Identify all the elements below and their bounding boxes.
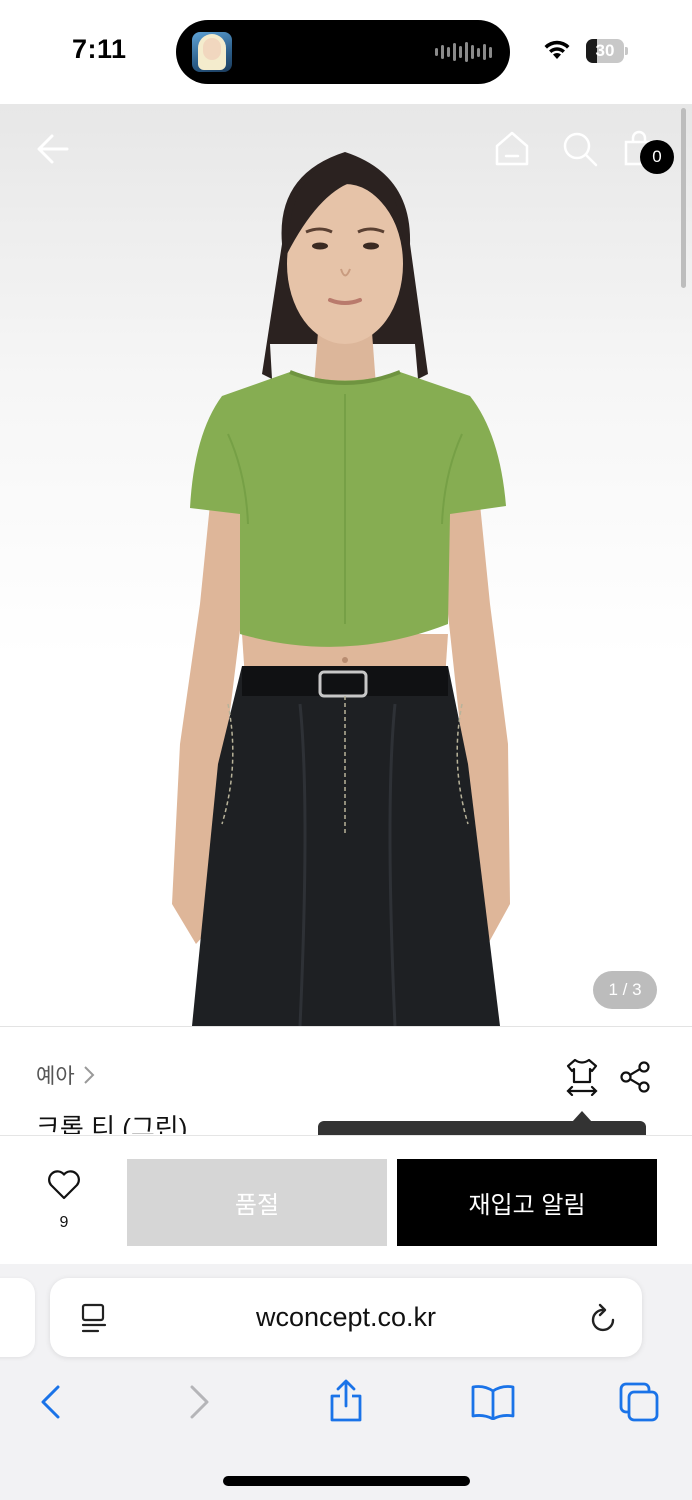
chevron-right-icon: [83, 1066, 95, 1084]
reload-icon[interactable]: [589, 1302, 619, 1334]
tabs-icon[interactable]: [618, 1381, 660, 1423]
product-image-gallery[interactable]: [0, 104, 692, 1026]
scrollbar-thumb[interactable]: [681, 108, 686, 288]
product-photo: [172, 152, 510, 1026]
forward-icon: [190, 1385, 209, 1419]
image-counter: 1 / 3: [593, 971, 657, 1009]
brand-link[interactable]: 예아: [36, 1060, 95, 1090]
soldout-button[interactable]: 품절: [127, 1159, 387, 1246]
like-button[interactable]: 9: [38, 1170, 90, 1234]
battery-indicator: 30: [586, 39, 628, 63]
page-menu-icon[interactable]: [80, 1303, 108, 1333]
cart-count-badge[interactable]: 0: [640, 140, 674, 174]
search-icon[interactable]: [562, 131, 598, 167]
home-indicator[interactable]: [223, 1476, 470, 1486]
wifi-icon: [544, 40, 570, 59]
battery-level: 30: [595, 41, 615, 60]
divider: [0, 1026, 692, 1027]
size-guide-icon[interactable]: [565, 1058, 599, 1096]
address-bar[interactable]: wconcept.co.kr: [50, 1278, 642, 1357]
status-bar: 7:11 30: [0, 0, 692, 104]
screen: 7:11 30 0 1 / 3 예아 크롭 티 (그린) 9 품절 재입고 알림…: [0, 0, 692, 1500]
previous-tab-card[interactable]: [0, 1278, 35, 1357]
like-count: 9: [59, 1214, 69, 1231]
back-icon[interactable]: [38, 1384, 62, 1420]
home-icon[interactable]: [494, 130, 530, 166]
product-name: 크롭 티 (그린): [36, 1113, 188, 1134]
status-time: 7:11: [72, 34, 127, 64]
share-icon[interactable]: [619, 1060, 653, 1094]
now-playing-artwork: [192, 32, 232, 72]
restock-alert-button[interactable]: 재입고 알림: [397, 1159, 657, 1246]
back-arrow-icon[interactable]: [36, 132, 70, 166]
heart-icon: [48, 1170, 80, 1200]
url-text[interactable]: wconcept.co.kr: [50, 1278, 642, 1357]
share-sheet-icon[interactable]: [328, 1378, 364, 1422]
brand-name: 예아: [36, 1065, 75, 1088]
audio-waveform-icon: [435, 42, 492, 62]
bookmarks-icon[interactable]: [470, 1384, 516, 1420]
dynamic-island[interactable]: [176, 20, 510, 84]
